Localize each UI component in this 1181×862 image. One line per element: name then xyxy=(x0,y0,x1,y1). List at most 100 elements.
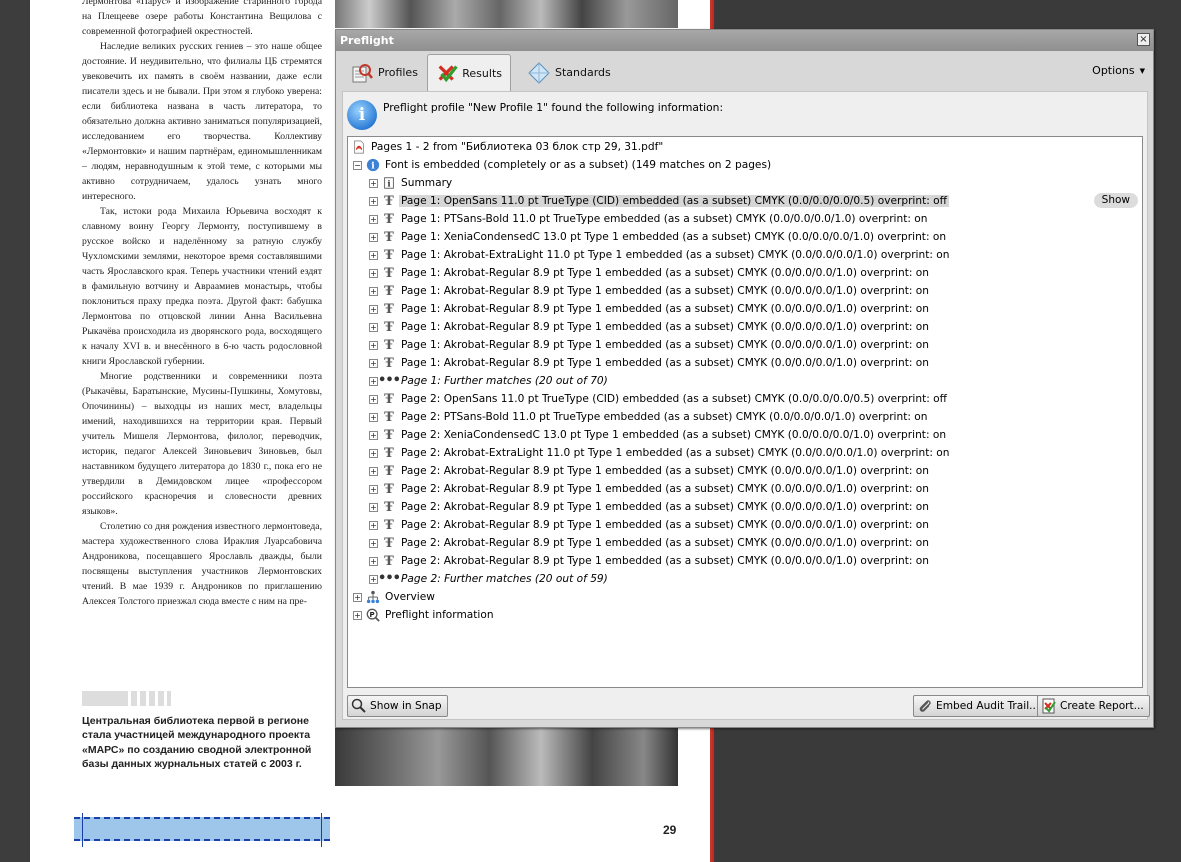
font-result-row[interactable]: + Ŧ Page 1: Akrobat-Regular 8.9 pt Type 1 … xyxy=(369,336,1142,354)
expand-icon[interactable]: + xyxy=(369,268,378,278)
font-result-row[interactable]: + Ŧ Page 2: Akrobat-Regular 8.9 pt Type 1 … xyxy=(369,462,1142,480)
tree-root[interactable]: Pages 1 - 2 from "Библиотека 03 блок стр… xyxy=(351,138,1142,156)
font-result-row[interactable]: + Ŧ Page 2: Akrobat-Regular 8.9 pt Type 1 … xyxy=(369,534,1142,552)
expand-icon[interactable]: + xyxy=(369,196,378,206)
font-result-label: Page 2: Akrobat-Regular 8.9 pt Type 1 em… xyxy=(401,465,929,477)
expand-icon[interactable]: + xyxy=(369,520,378,530)
expand-icon[interactable]: + xyxy=(369,304,378,314)
frame-handle[interactable] xyxy=(82,813,83,847)
photo-image-top xyxy=(335,0,678,28)
close-button[interactable]: × xyxy=(1137,33,1150,46)
expand-icon[interactable]: + xyxy=(369,574,378,584)
font-result-row[interactable]: + Ŧ Page 1: Akrobat-Regular 8.9 pt Type 1 … xyxy=(369,264,1142,282)
options-label: Options xyxy=(1092,64,1135,77)
article-text: Лермонтова «Парус» и изображение старинн… xyxy=(82,0,322,609)
font-icon: Ŧ xyxy=(384,193,394,209)
expand-icon[interactable]: + xyxy=(369,340,378,350)
expand-icon[interactable]: + xyxy=(369,358,378,368)
font-result-row[interactable]: + Ŧ Page 1: XeniaCondensedC 13.0 pt Type 1… xyxy=(369,228,1142,246)
expand-icon[interactable]: + xyxy=(369,232,378,242)
expand-icon[interactable]: + xyxy=(369,322,378,332)
expand-icon[interactable]: + xyxy=(369,430,378,440)
options-menu[interactable]: Options ▼ xyxy=(1092,64,1145,77)
font-result-label: Page 1: Akrobat-Regular 8.9 pt Type 1 em… xyxy=(401,285,929,297)
results-tree[interactable]: Pages 1 - 2 from "Библиотека 03 блок стр… xyxy=(347,136,1143,688)
tree-font-group[interactable]: − i Font is embedded (completely or as a… xyxy=(353,156,1142,174)
results-panel: i Preflight profile "New Profile 1" foun… xyxy=(342,91,1150,720)
standards-icon xyxy=(528,61,550,84)
bottom-toolbar: Show in Snap Embed Audit Trail... Create… xyxy=(347,695,1150,717)
expand-icon[interactable]: + xyxy=(369,448,378,458)
font-result-row[interactable]: + Ŧ Page 1: Akrobat-Regular 8.9 pt Type 1 … xyxy=(369,354,1142,372)
font-result-row[interactable]: + Ŧ Page 2: Akrobat-Regular 8.9 pt Type 1 … xyxy=(369,480,1142,498)
font-result-row[interactable]: + Ŧ Page 1: PTSans-Bold 11.0 pt TrueType e… xyxy=(369,210,1142,228)
expand-icon[interactable]: + xyxy=(369,394,378,404)
frame-handle[interactable] xyxy=(321,813,322,847)
tab-results[interactable]: Results xyxy=(427,54,511,91)
expand-icon[interactable]: + xyxy=(353,592,362,602)
font-icon: Ŧ xyxy=(384,283,394,299)
font-result-row[interactable]: + Ŧ Page 1: OpenSans 11.0 pt TrueType (CID… xyxy=(369,192,1142,210)
expand-icon[interactable]: + xyxy=(369,502,378,512)
dialog-title-bar[interactable]: Preflight × xyxy=(336,30,1153,51)
info-icon: i xyxy=(347,100,377,130)
report-icon xyxy=(1042,698,1056,714)
expand-icon[interactable]: + xyxy=(353,610,362,620)
tab-bar: Profiles Results Standards Options ▼ xyxy=(336,51,1153,91)
expand-icon[interactable]: + xyxy=(369,412,378,422)
tree-preflight-info[interactable]: + P Preflight information xyxy=(353,606,1142,624)
tree-overview[interactable]: + Overview xyxy=(353,588,1142,606)
expand-icon[interactable]: + xyxy=(369,556,378,566)
preflight-info-icon: P xyxy=(365,607,381,623)
collapse-icon[interactable]: − xyxy=(353,160,362,170)
create-report-button[interactable]: Create Report... xyxy=(1037,695,1150,717)
expand-icon[interactable]: + xyxy=(369,250,378,260)
expand-icon[interactable]: + xyxy=(369,178,378,188)
font-icon: Ŧ xyxy=(384,481,394,497)
font-result-label: Page 2: Further matches (20 out of 59) xyxy=(401,573,608,585)
font-result-row[interactable]: + Ŧ Page 2: XeniaCondensedC 13.0 pt Type 1… xyxy=(369,426,1142,444)
info-circle-icon: i xyxy=(365,157,381,173)
show-in-snap-button[interactable]: Show in Snap xyxy=(347,695,448,717)
expand-icon[interactable]: + xyxy=(369,286,378,296)
expand-icon[interactable]: + xyxy=(369,538,378,548)
embed-audit-trail-button[interactable]: Embed Audit Trail... xyxy=(913,695,1046,717)
font-result-row[interactable]: + Ŧ Page 1: Akrobat-Regular 8.9 pt Type 1 … xyxy=(369,282,1142,300)
article-paragraph: Лермонтова «Парус» и изображение старинн… xyxy=(82,0,322,37)
font-result-row[interactable]: + Ŧ Page 2: PTSans-Bold 11.0 pt TrueType e… xyxy=(369,408,1142,426)
expand-icon[interactable]: + xyxy=(369,484,378,494)
font-result-row[interactable]: + ••• Page 1: Further matches (20 out of 7… xyxy=(369,372,1142,390)
font-result-label: Page 2: Akrobat-Regular 8.9 pt Type 1 em… xyxy=(401,519,929,531)
font-result-row[interactable]: + Ŧ Page 2: Akrobat-ExtraLight 11.0 pt Typ… xyxy=(369,444,1142,462)
font-result-row[interactable]: + Ŧ Page 1: Akrobat-Regular 8.9 pt Type 1 … xyxy=(369,300,1142,318)
deco-bar xyxy=(149,691,155,706)
tab-profiles[interactable]: Profiles xyxy=(342,54,426,91)
paperclip-icon xyxy=(919,700,931,712)
preflight-dialog: Preflight × Profiles Results Standards O… xyxy=(335,29,1154,728)
tree-summary[interactable]: + i Summary xyxy=(369,174,1142,192)
svg-text:i: i xyxy=(388,180,391,189)
tab-standards[interactable]: Standards xyxy=(519,54,619,91)
tab-standards-label: Standards xyxy=(555,66,611,79)
font-result-label: Page 1: Akrobat-Regular 8.9 pt Type 1 em… xyxy=(401,303,929,315)
selected-frame[interactable] xyxy=(74,813,330,847)
font-result-row[interactable]: + Ŧ Page 1: Akrobat-ExtraLight 11.0 pt Typ… xyxy=(369,246,1142,264)
font-icon: Ŧ xyxy=(384,355,394,371)
font-result-row[interactable]: + Ŧ Page 2: OpenSans 11.0 pt TrueType (CID… xyxy=(369,390,1142,408)
font-icon: Ŧ xyxy=(384,463,394,479)
expand-icon[interactable]: + xyxy=(369,376,378,386)
tab-profiles-label: Profiles xyxy=(378,66,418,79)
font-icon: Ŧ xyxy=(384,553,394,569)
font-result-row[interactable]: + Ŧ Page 1: Akrobat-Regular 8.9 pt Type 1 … xyxy=(369,318,1142,336)
expand-icon[interactable]: + xyxy=(369,214,378,224)
font-result-row[interactable]: + Ŧ Page 2: Akrobat-Regular 8.9 pt Type 1 … xyxy=(369,516,1142,534)
font-result-label: Page 1: Akrobat-Regular 8.9 pt Type 1 em… xyxy=(401,339,929,351)
font-result-row[interactable]: + Ŧ Page 2: Akrobat-Regular 8.9 pt Type 1 … xyxy=(369,552,1142,570)
font-result-row[interactable]: + ••• Page 2: Further matches (20 out of 5… xyxy=(369,570,1142,588)
tree-root-label: Pages 1 - 2 from "Библиотека 03 блок стр… xyxy=(371,141,664,153)
expand-icon[interactable]: + xyxy=(369,466,378,476)
font-result-row[interactable]: + Ŧ Page 2: Akrobat-Regular 8.9 pt Type 1 … xyxy=(369,498,1142,516)
create-report-label: Create Report... xyxy=(1060,700,1144,712)
svg-text:i: i xyxy=(371,161,375,172)
show-button[interactable]: Show xyxy=(1093,193,1138,208)
